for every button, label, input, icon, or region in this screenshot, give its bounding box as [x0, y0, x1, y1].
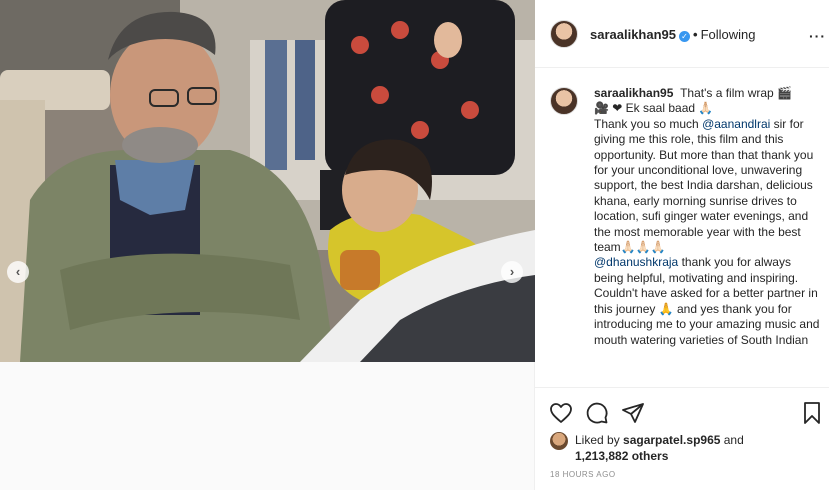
caption-line-2: 🎥 ❤ Ek saal baad 🙏🏻: [594, 101, 714, 116]
author-line: saraalikhan95 ✓ • Following: [590, 27, 756, 42]
heart-icon[interactable]: [549, 401, 573, 425]
mention-link-aanandlrai[interactable]: @aanandlrai: [702, 117, 770, 131]
liker-username[interactable]: sagarpatel.sp965: [623, 433, 720, 447]
bookmark-icon[interactable]: [800, 401, 824, 425]
post-header: saraalikhan95 ✓ • Following ···: [535, 0, 829, 68]
chevron-right-icon: ›: [509, 264, 515, 279]
verified-badge-icon: ✓: [679, 31, 691, 42]
post-photo[interactable]: [0, 0, 535, 362]
liker-avatar[interactable]: [550, 432, 568, 450]
caption-paragraph-1a: Thank you so much: [594, 116, 703, 131]
caption-line-1: That's a film wrap 🎬: [680, 86, 792, 100]
likes-summary: Liked by sagarpatel.sp965 and 1,213,882 …: [575, 432, 775, 464]
share-icon[interactable]: [621, 401, 645, 425]
chevron-left-icon: ‹: [15, 264, 21, 279]
caption-author-avatar[interactable]: [550, 87, 578, 115]
post-photo-illustration: [0, 0, 535, 362]
mention-link-dhanushkraja[interactable]: @dhanushkraja: [594, 255, 678, 269]
post-timestamp[interactable]: 18 HOURS AGO: [550, 470, 616, 479]
separator-dot: •: [693, 27, 698, 42]
caption-text: saraalikhan95 That's a film wrap 🎬 🎥 ❤ E…: [594, 86, 820, 348]
post-media-area: ‹ ›: [0, 0, 535, 490]
post-modal: ‹ › saraalikhan95 ✓ • Following ··· saraali…: [0, 0, 829, 490]
following-button[interactable]: Following: [701, 27, 756, 42]
likes-middle: and: [720, 433, 744, 447]
caption-paragraph-1b: sir for giving me this role, this film a…: [594, 116, 814, 255]
comment-icon[interactable]: [585, 401, 609, 425]
previous-photo-button[interactable]: ‹: [7, 261, 29, 283]
next-photo-button[interactable]: ›: [501, 261, 523, 283]
likes-count-link[interactable]: 1,213,882 others: [575, 449, 668, 463]
post-details-panel: saraalikhan95 ✓ • Following ··· saraalikhan…: [535, 0, 829, 490]
author-avatar[interactable]: [550, 20, 578, 48]
more-options-icon[interactable]: ···: [809, 28, 826, 44]
likes-prefix: Liked by: [575, 433, 624, 447]
caption-section: saraalikhan95 That's a film wrap 🎬 🎥 ❤ E…: [535, 69, 829, 386]
caption-username[interactable]: saraalikhan95: [594, 86, 673, 100]
author-username[interactable]: saraalikhan95: [590, 27, 676, 42]
